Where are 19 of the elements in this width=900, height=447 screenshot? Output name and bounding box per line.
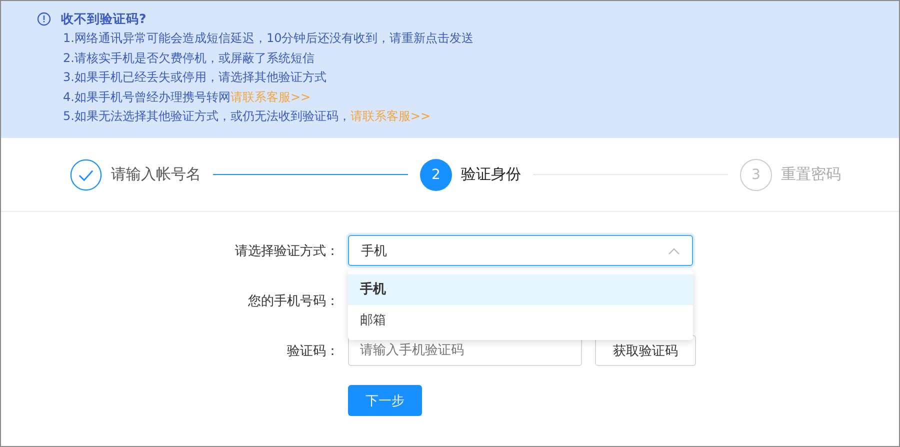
method-select[interactable]: 手机 xyxy=(348,235,693,266)
step-label: 重置密码 xyxy=(781,165,841,184)
field-label: 您的手机号码： xyxy=(247,292,339,310)
notice-text: 4.如果手机号曾经办理携号转网 xyxy=(63,90,230,104)
field-label: 请选择验证方式： xyxy=(234,242,339,260)
info-icon xyxy=(37,12,51,26)
dropdown-option[interactable]: 邮箱 xyxy=(348,305,693,336)
notice-text: 3.如果手机已经丢失或停用，请选择其他验证方式 xyxy=(63,70,326,84)
field-label: 验证码： xyxy=(286,342,339,360)
step-number: 3 xyxy=(740,158,772,190)
notice-text: 2.请核实手机是否欠费停机，或屏蔽了系统短信 xyxy=(63,50,314,65)
step-label: 验证身份 xyxy=(461,165,521,184)
caret-icon xyxy=(668,246,680,254)
notice-title: 收不到验证码? xyxy=(61,10,146,28)
notice-text: 5.如果无法选择其他验证方式，或仍无法收到验证码， xyxy=(63,109,350,124)
notice-text: 1.网络通讯异常可能会造成短信延迟，10分钟后还没有收到，请重新点击发送 xyxy=(63,31,474,45)
step-number: 2 xyxy=(420,158,452,190)
step-label: 请输入帐号名 xyxy=(111,165,201,184)
dropdown-option[interactable]: 手机 xyxy=(348,274,693,305)
